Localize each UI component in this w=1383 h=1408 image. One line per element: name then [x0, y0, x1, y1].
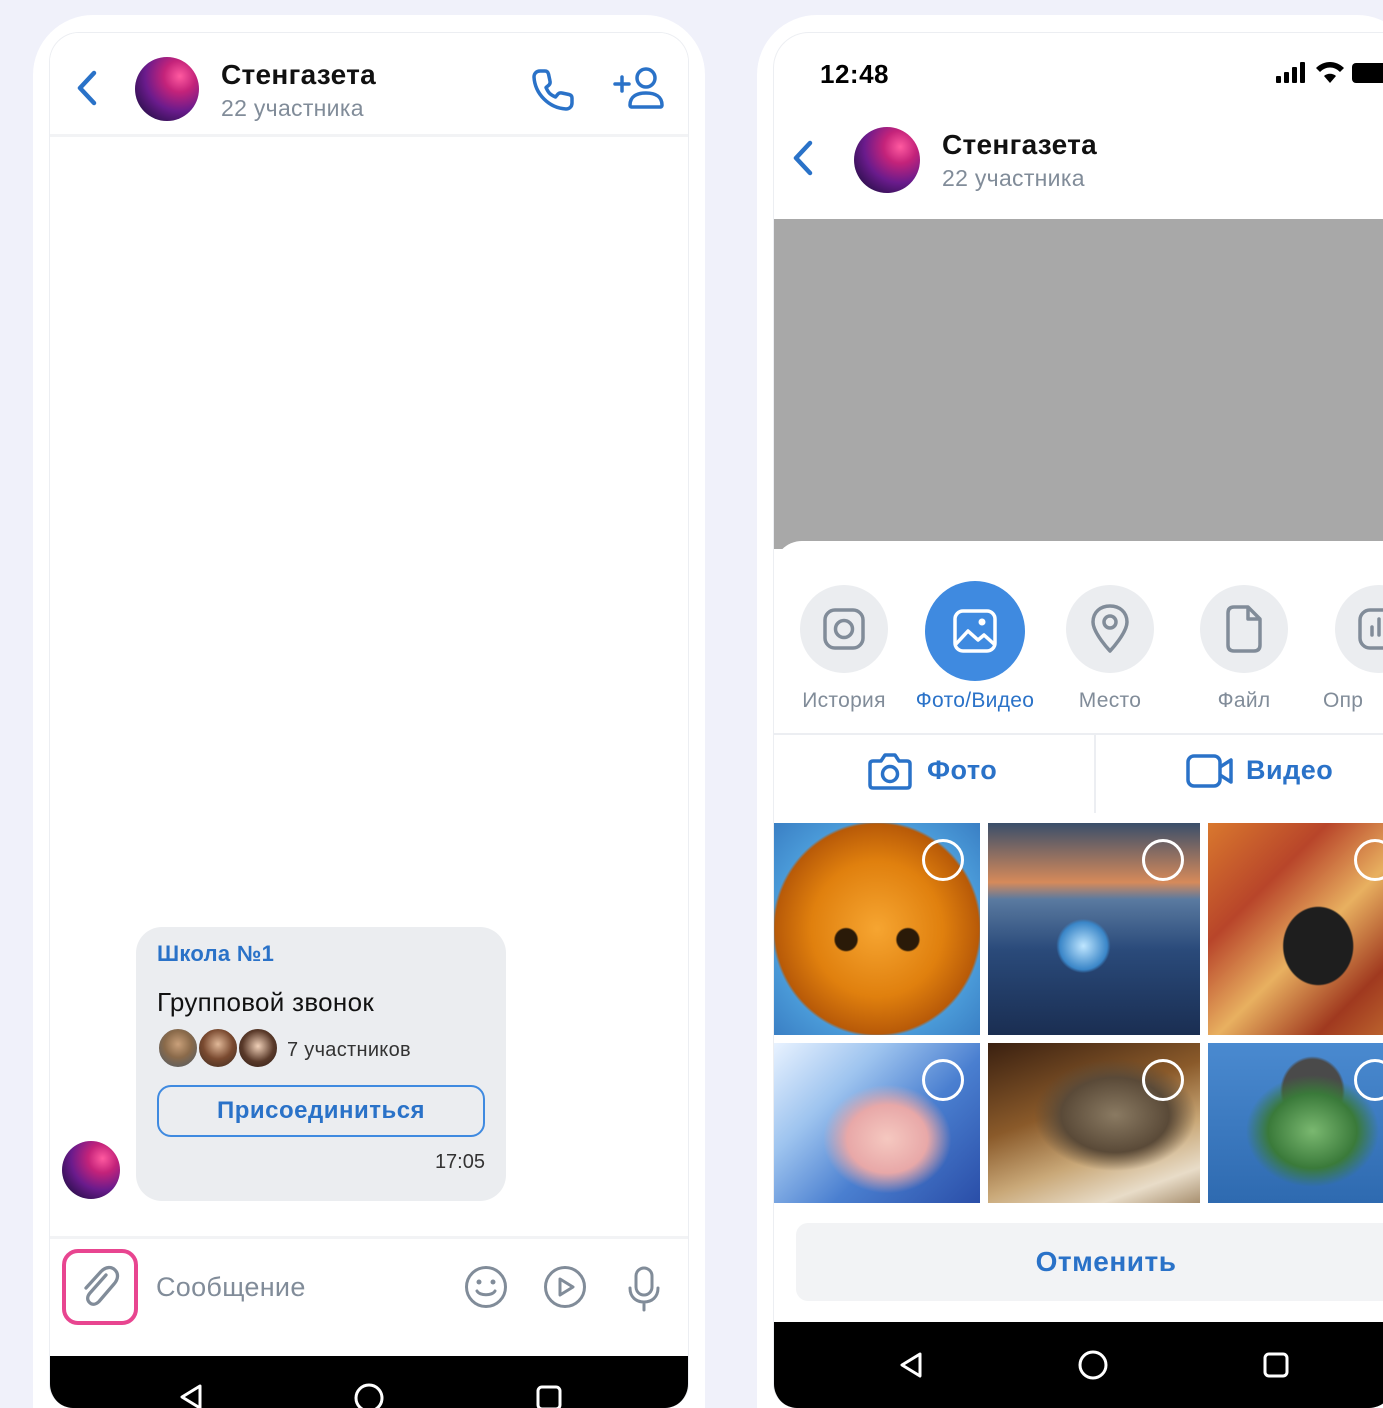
message-input[interactable] [156, 1267, 436, 1307]
android-nav-bar [774, 1322, 1383, 1408]
smile-icon[interactable] [464, 1265, 508, 1309]
tool-file[interactable]: Файл [1174, 585, 1314, 725]
select-circle[interactable] [922, 839, 964, 881]
participant-avatar [237, 1027, 279, 1069]
phone-icon[interactable] [528, 65, 578, 120]
chat-background-preview [774, 219, 1383, 549]
tool-location[interactable]: Место [1040, 585, 1180, 725]
message-composer [50, 1236, 688, 1356]
call-participants: 7 участников [287, 1039, 411, 1061]
select-circle[interactable] [1354, 839, 1383, 881]
media-thumbnail[interactable] [774, 823, 980, 1035]
tool-location-circle [1066, 585, 1154, 673]
tool-story-label: История [802, 689, 886, 712]
video-tab-label: Видео [1246, 755, 1334, 785]
call-title: Групповой звонок [157, 987, 375, 1017]
nav-back-icon[interactable] [176, 1382, 206, 1408]
chevron-left-icon[interactable] [68, 63, 108, 113]
select-circle[interactable] [922, 1059, 964, 1101]
chat-header: Стенгазета 22 участника [50, 33, 688, 137]
participant-avatar [197, 1027, 239, 1069]
media-thumbnail[interactable] [1208, 1043, 1383, 1203]
add-user-icon[interactable] [612, 63, 668, 118]
paperclip-icon [76, 1263, 124, 1316]
microphone-icon[interactable] [622, 1265, 666, 1312]
join-call-button[interactable]: Присоединиться [157, 1085, 485, 1137]
attach-button[interactable] [62, 1249, 138, 1325]
nav-home-icon[interactable] [1077, 1349, 1109, 1386]
status-time: 12:48 [820, 59, 889, 89]
media-thumbnail[interactable] [774, 1043, 980, 1203]
group-call-card: Школа №1 Групповой звонок 7 участников П… [136, 927, 506, 1201]
attachment-sheet: История Фото/Видео Место Файл Опр Фото В… [774, 541, 1383, 1331]
participant-avatars [157, 1027, 287, 1071]
participant-avatar [157, 1027, 199, 1069]
photo-tab-label: Фото [927, 755, 998, 785]
tool-photo-video-label: Фото/Видео [915, 689, 1035, 712]
call-organization[interactable]: Школа №1 [157, 941, 274, 967]
tab-divider [1094, 735, 1096, 813]
cancel-button[interactable]: Отменить [796, 1223, 1383, 1301]
chat-subtitle: 22 участника [221, 95, 364, 121]
media-grid [774, 823, 1383, 1203]
nav-recents-icon[interactable] [535, 1384, 563, 1408]
sender-avatar[interactable] [62, 1141, 120, 1199]
chat-title: Стенгазета [221, 59, 377, 90]
signal-icon [1274, 61, 1308, 90]
chat-screen: Стенгазета 22 участника Школа №1 Группов… [49, 32, 689, 1408]
tool-file-circle [1200, 585, 1288, 673]
tool-file-label: Файл [1217, 689, 1271, 712]
media-source-tabs: Фото Видео [774, 733, 1383, 813]
tool-poll-circle [1335, 585, 1383, 673]
media-thumbnail[interactable] [1208, 823, 1383, 1035]
tool-story[interactable]: История [774, 585, 914, 725]
media-thumbnail[interactable] [988, 1043, 1200, 1203]
battery-icon [1352, 63, 1383, 83]
attach-screen: 12:48 Стенгазета 22 участника История Фо… [773, 32, 1383, 1408]
tool-poll-label: Опр [1323, 689, 1364, 712]
android-nav-bar [50, 1356, 688, 1408]
tool-photo-video[interactable]: Фото/Видео [905, 581, 1045, 725]
select-circle[interactable] [1354, 1059, 1383, 1101]
tool-location-label: Место [1078, 689, 1142, 712]
select-circle[interactable] [1142, 839, 1184, 881]
media-thumbnail[interactable] [988, 823, 1200, 1035]
chat-avatar[interactable] [854, 127, 920, 193]
wifi-icon [1314, 59, 1346, 90]
chevron-left-icon[interactable] [784, 133, 824, 183]
chat-avatar[interactable] [135, 57, 199, 121]
tool-story-circle [800, 585, 888, 673]
nav-back-icon[interactable] [896, 1350, 926, 1385]
tool-photo-video-circle [925, 581, 1025, 681]
select-circle[interactable] [1142, 1059, 1184, 1101]
chat-subtitle: 22 участника [942, 165, 1085, 191]
play-circle-icon[interactable] [543, 1265, 587, 1309]
tool-poll[interactable]: Опр [1309, 585, 1383, 725]
chat-title: Стенгазета [942, 129, 1098, 160]
nav-recents-icon[interactable] [1262, 1351, 1290, 1384]
message-time: 17:05 [434, 1151, 485, 1173]
nav-home-icon[interactable] [353, 1382, 385, 1408]
